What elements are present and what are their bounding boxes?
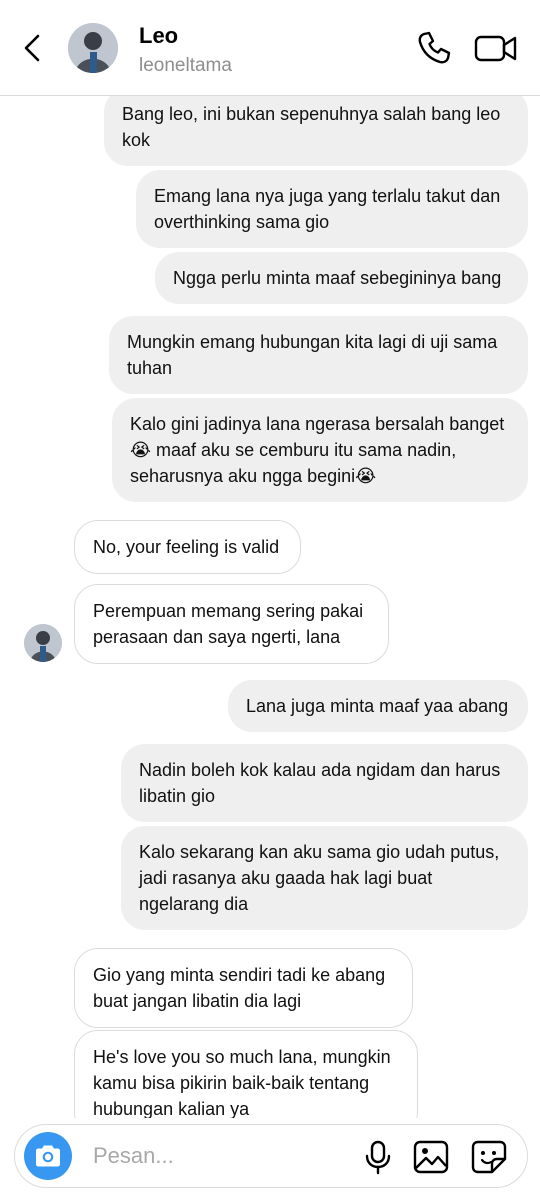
message-sent[interactable]: Lana juga minta maaf yaa abang [228, 680, 528, 732]
sticker-button[interactable] [470, 1139, 508, 1175]
gallery-button[interactable] [412, 1139, 450, 1175]
video-camera-icon [474, 35, 517, 62]
camera-icon [36, 1145, 60, 1167]
message-sent[interactable]: Kalo gini jadinya lana ngerasa bersalah … [112, 398, 528, 502]
message-received[interactable]: No, your feeling is valid [74, 520, 301, 574]
message-sent[interactable]: Mungkin emang hubungan kita lagi di uji … [109, 316, 528, 394]
microphone-icon [365, 1140, 391, 1175]
chat-header: Leo leoneltama [0, 0, 540, 96]
avatar-image [68, 23, 118, 73]
message-received[interactable]: Gio yang minta sendiri tadi ke abang bua… [74, 948, 413, 1028]
image-icon [413, 1140, 449, 1174]
message-sent[interactable]: Nadin boleh kok kalau ada ngidam dan har… [121, 744, 528, 822]
message-input[interactable] [93, 1137, 343, 1175]
back-button[interactable] [14, 28, 50, 68]
message-received[interactable]: Perempuan memang sering pakai perasaan d… [74, 584, 389, 664]
message-sent[interactable]: Bang leo, ini bukan sepenuhnya salah ban… [104, 88, 528, 166]
contact-name[interactable]: Leo [139, 23, 178, 49]
message-composer [14, 1124, 528, 1188]
contact-avatar[interactable] [68, 23, 118, 73]
message-sent[interactable]: Ngga perlu minta maaf sebegininya bang [155, 252, 528, 304]
microphone-button[interactable] [361, 1139, 395, 1175]
avatar-image [24, 624, 62, 662]
camera-button[interactable] [24, 1132, 72, 1180]
phone-icon [418, 31, 451, 64]
message-sent[interactable]: Kalo sekarang kan aku sama gio udah putu… [121, 826, 528, 930]
message-sent[interactable]: Emang lana nya juga yang terlalu takut d… [136, 170, 528, 248]
call-button[interactable] [414, 28, 454, 68]
sticker-icon [471, 1140, 507, 1174]
contact-avatar-small[interactable] [24, 624, 62, 662]
message-thread: Bang leo, ini bukan sepenuhnya salah ban… [0, 0, 540, 1200]
chevron-left-icon [24, 34, 40, 62]
contact-username: leoneltama [139, 55, 232, 76]
video-call-button[interactable] [472, 28, 520, 68]
